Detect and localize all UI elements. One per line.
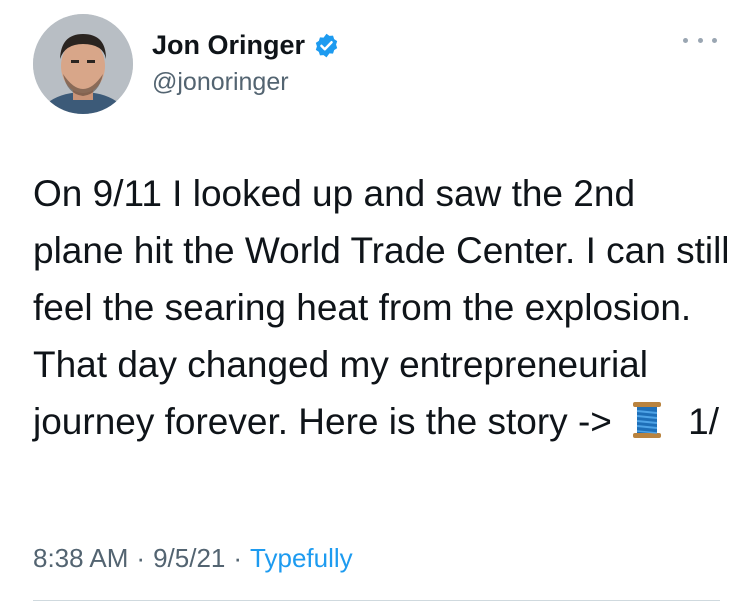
author-avatar[interactable] — [33, 14, 133, 114]
author-name-row: Jon Oringer — [152, 30, 340, 61]
tweet-source-link[interactable]: Typefully — [250, 543, 353, 574]
tweet-time[interactable]: 8:38 AM — [33, 543, 128, 574]
verified-badge-icon — [313, 32, 340, 59]
meta-separator: · — [233, 543, 243, 573]
more-options-icon[interactable] — [683, 30, 717, 50]
author-display-name[interactable]: Jon Oringer — [152, 30, 305, 61]
meta-separator: · — [136, 543, 146, 573]
tweet-thread-index: 1/ — [688, 401, 720, 442]
tweet-meta: 8:38 AM · 9/5/21 · Typefully — [33, 543, 353, 574]
more-dot — [712, 37, 717, 43]
thread-spool-icon — [628, 399, 666, 439]
more-dot — [683, 37, 688, 43]
tweet-date[interactable]: 9/5/21 — [153, 543, 225, 574]
more-dot — [697, 37, 703, 43]
divider — [33, 600, 720, 601]
tweet-text: On 9/11 I looked up and saw the 2nd plan… — [33, 165, 733, 450]
author-handle[interactable]: @jonoringer — [152, 68, 289, 97]
avatar-photo — [33, 14, 133, 114]
